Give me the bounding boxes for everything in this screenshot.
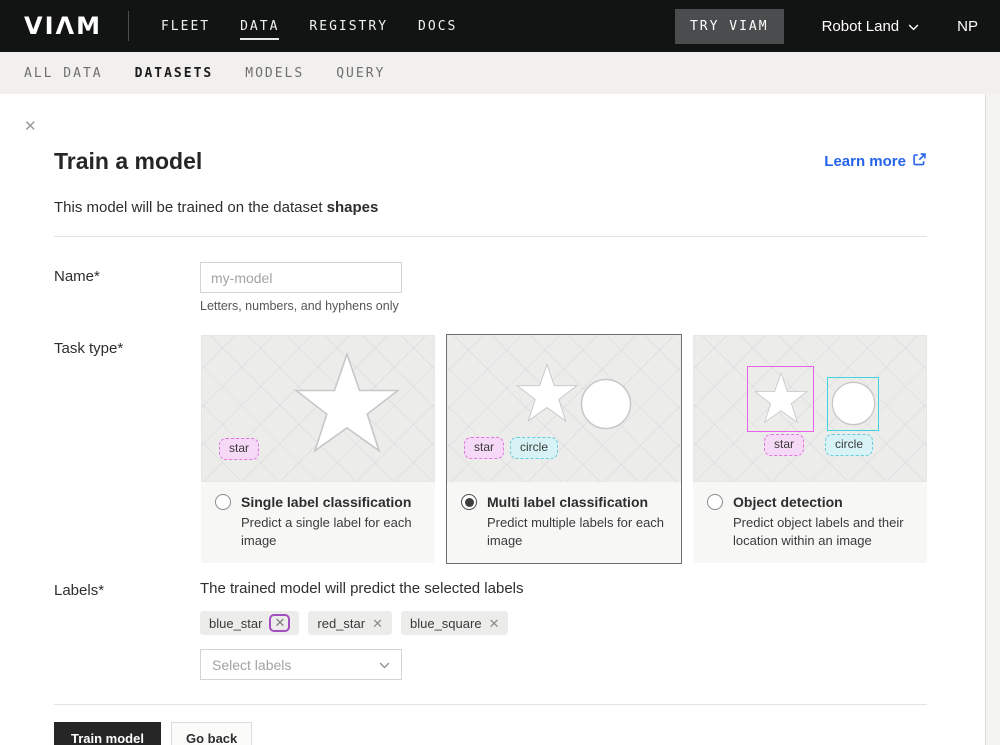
single-label-radio[interactable]: [215, 494, 231, 510]
close-icon[interactable]: ✕: [24, 119, 39, 134]
nav-item-docs[interactable]: DOCS: [418, 13, 457, 40]
label-chip-blue-square: blue_square ✕: [401, 611, 508, 635]
label-chip-text: blue_square: [410, 616, 482, 631]
labels-select-placeholder: Select labels: [212, 657, 291, 673]
remove-label-icon[interactable]: ✕: [269, 614, 290, 632]
task-card-object-detection[interactable]: star circle Object detection: [692, 334, 928, 564]
star-shape: [754, 372, 808, 429]
chevron-down-icon: [379, 656, 390, 674]
star-shape: [294, 352, 400, 459]
top-nav: VIΛM FLEET DATA REGISTRY DOCS TRY VIAM R…: [0, 0, 1000, 52]
external-link-icon: [912, 152, 927, 171]
multi-label-description: Predict multiple labels for each image: [487, 514, 677, 549]
object-detection-radio[interactable]: [707, 494, 723, 510]
logo-divider: [128, 11, 129, 41]
name-field-hint: Letters, numbers, and hyphens only: [200, 299, 402, 313]
object-detection-title: Object detection: [733, 494, 843, 510]
object-detection-preview: star circle: [693, 335, 927, 482]
label-chip-red-star: red_star ✕: [308, 611, 392, 635]
page-body: ✕ Train a model Learn more This model wi…: [0, 94, 1000, 745]
nav-item-registry[interactable]: REGISTRY: [309, 13, 388, 40]
org-name: Robot Land: [822, 18, 900, 35]
selected-labels: blue_star ✕ red_star ✕ blue_square ✕: [200, 611, 524, 635]
task-type-label: Task type*: [54, 334, 200, 564]
star-tag: star: [464, 437, 504, 459]
dataset-name: shapes: [327, 199, 379, 216]
single-label-title: Single label classification: [241, 494, 411, 510]
nav-item-fleet[interactable]: FLEET: [161, 13, 210, 40]
star-shape: [516, 363, 578, 428]
train-model-panel: ✕ Train a model Learn more This model wi…: [0, 94, 986, 745]
page-title: Train a model: [54, 148, 202, 175]
circle-tag: circle: [510, 437, 558, 459]
task-card-single-label[interactable]: star Single label classification Predict…: [200, 334, 436, 564]
label-chip-text: red_star: [317, 616, 365, 631]
remove-label-icon[interactable]: ✕: [372, 617, 383, 630]
learn-more-link[interactable]: Learn more: [824, 152, 927, 171]
dataset-subtitle-text: This model will be trained on the datase…: [54, 199, 327, 216]
tab-all-data[interactable]: ALL DATA: [24, 66, 103, 81]
object-detection-description: Predict object labels and their location…: [733, 514, 923, 549]
nav-item-data[interactable]: DATA: [240, 13, 279, 40]
chevron-down-icon: [908, 18, 919, 35]
user-avatar[interactable]: NP: [957, 18, 978, 35]
model-name-input[interactable]: [200, 262, 402, 293]
labels-description: The trained model will predict the selec…: [200, 580, 524, 597]
train-model-button[interactable]: Train model: [54, 722, 161, 745]
label-chip-text: blue_star: [209, 616, 262, 631]
labels-select[interactable]: Select labels: [200, 649, 402, 680]
tab-models[interactable]: MODELS: [245, 66, 304, 81]
go-back-button[interactable]: Go back: [171, 722, 252, 745]
star-tag: star: [764, 434, 804, 456]
dataset-subtitle: This model will be trained on the datase…: [54, 199, 927, 216]
tab-query[interactable]: QUERY: [336, 66, 385, 81]
circle-shape: [580, 378, 632, 435]
data-sub-nav: ALL DATA DATASETS MODELS QUERY: [0, 52, 1000, 94]
tab-datasets[interactable]: DATASETS: [135, 66, 214, 81]
single-label-description: Predict a single label for each image: [241, 514, 431, 549]
circle-shape: [831, 381, 876, 431]
header-divider: [54, 236, 927, 237]
multi-label-radio[interactable]: [461, 494, 477, 510]
label-chip-blue-star: blue_star ✕: [200, 611, 299, 635]
star-tag: star: [219, 438, 259, 460]
remove-label-icon[interactable]: ✕: [489, 617, 500, 630]
try-viam-button[interactable]: TRY VIAM: [675, 9, 784, 44]
org-switcher[interactable]: Robot Land: [822, 18, 920, 35]
multi-label-title: Multi label classification: [487, 494, 648, 510]
viam-logo[interactable]: VIΛM: [24, 12, 102, 40]
scrollbar-track[interactable]: [986, 94, 1000, 745]
multi-label-preview: star circle: [447, 335, 681, 482]
circle-tag: circle: [825, 434, 873, 456]
learn-more-label: Learn more: [824, 153, 906, 170]
task-card-multi-label[interactable]: star circle Multi label classification P…: [446, 334, 682, 564]
name-field-label: Name*: [54, 262, 200, 313]
labels-field-label: Labels*: [54, 580, 200, 680]
single-label-preview: star: [201, 335, 435, 482]
